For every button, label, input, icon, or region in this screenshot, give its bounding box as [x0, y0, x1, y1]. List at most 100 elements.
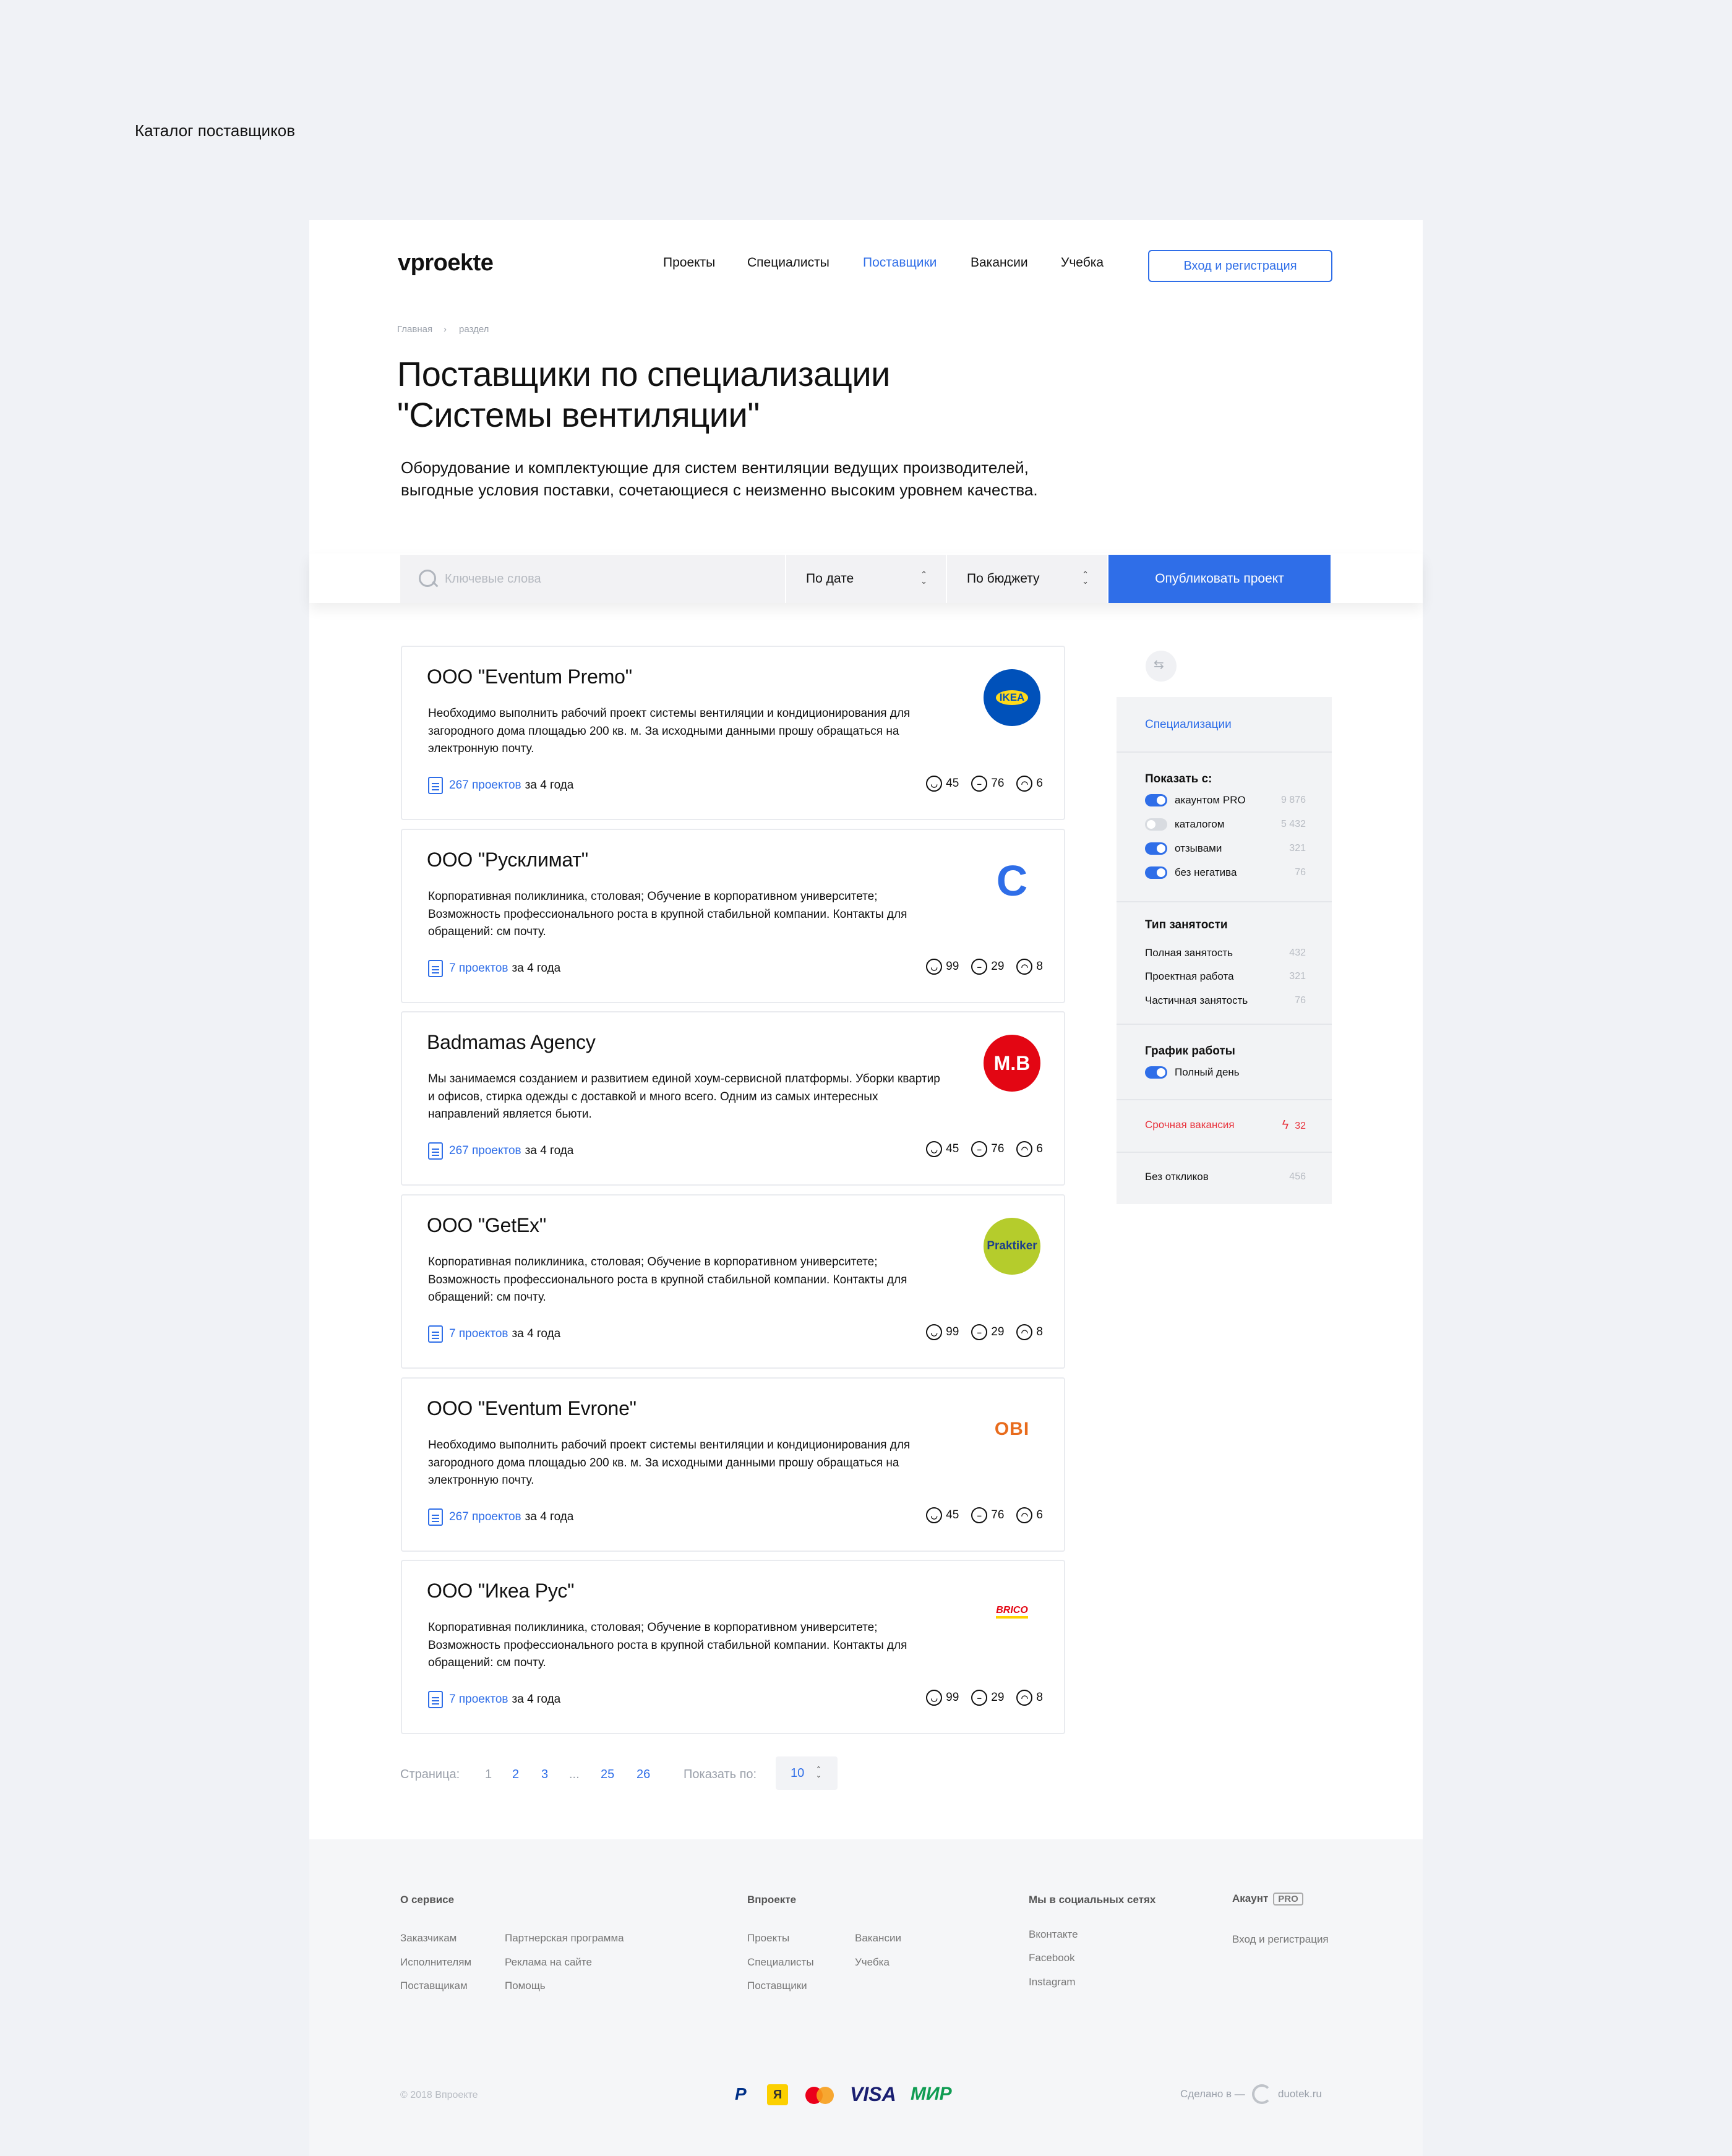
page-link[interactable]: 3 [541, 1768, 548, 1782]
supplier-card[interactable]: ООО "Русклимат" Корпоративная поликлиника… [401, 829, 1065, 1003]
page-link[interactable]: 2 [512, 1768, 519, 1782]
page-link[interactable]: 25 [601, 1768, 614, 1782]
supplier-card[interactable]: Badmamas Agency Мы занимаемся созданием и… [401, 1011, 1065, 1186]
supplier-card[interactable]: ООО "GetEx" Корпоративная поликлиника, ст… [401, 1194, 1065, 1369]
nav-projects[interactable]: Проекты [663, 255, 715, 270]
projects-link[interactable]: 7 проектов [449, 962, 508, 975]
mir-icon: МИР [911, 2084, 952, 2104]
neutral-reviews: –29 [971, 959, 1004, 975]
filter-no-negative[interactable]: без негатива 76 [1145, 866, 1306, 879]
footer-link[interactable]: Поставщики [747, 1980, 807, 1992]
footer-link[interactable]: Заказчикам [400, 1932, 457, 1944]
supplier-title[interactable]: ООО "Русклимат" [427, 849, 588, 871]
filter-catalog[interactable]: каталогом 5 432 [1145, 818, 1306, 831]
employment-project[interactable]: Проектная работа 321 [1145, 970, 1306, 983]
toggle-switch[interactable] [1145, 842, 1167, 855]
footer-link[interactable]: Специалисты [747, 1956, 814, 1969]
toggle-switch[interactable] [1145, 866, 1167, 879]
site-logo[interactable]: vproekte [398, 250, 494, 276]
nav-vacancies[interactable]: Вакансии [971, 255, 1028, 270]
supplier-title[interactable]: ООО "Eventum Evrone" [427, 1397, 637, 1420]
projects-link[interactable]: 267 проектов [449, 1510, 521, 1524]
footer-link[interactable]: Поставщикам [400, 1980, 468, 1992]
login-button[interactable]: Вход и регистрация [1148, 250, 1332, 282]
sort-date-select[interactable]: По дате ⌃ ⌄ [786, 555, 946, 603]
social-link-vk[interactable]: Вконтакте [1029, 1928, 1078, 1941]
review-count: 45 [946, 777, 959, 790]
breadcrumb-home[interactable]: Главная [397, 324, 432, 335]
projects-link[interactable]: 267 проектов [449, 1144, 521, 1158]
employment-part[interactable]: Частичная занятость 76 [1145, 995, 1306, 1007]
filter-reviews[interactable]: отзывами 321 [1145, 842, 1306, 855]
supplier-title[interactable]: ООО "Икеа Рус" [427, 1580, 575, 1602]
document-icon [428, 1325, 443, 1343]
projects-period: за 4 года [525, 1510, 574, 1523]
filter-toggle-icon[interactable] [1146, 651, 1177, 682]
footer-link[interactable]: Учебка [855, 1956, 890, 1969]
review-count: 8 [1036, 1325, 1043, 1338]
footer-login-link[interactable]: Вход и регистрация [1232, 1933, 1329, 1946]
toggle-switch[interactable] [1145, 818, 1167, 831]
projects-link[interactable]: 7 проектов [449, 1327, 508, 1341]
studio-link[interactable]: duotek.ru [1278, 2088, 1322, 2100]
page-title-line2: "Системы вентиляции" [397, 395, 760, 434]
supplier-projects: 267 проектов за 4 года [428, 1142, 573, 1160]
negative-reviews: ◠ 8 [1016, 1690, 1043, 1706]
employment-full[interactable]: Полная занятость 432 [1145, 947, 1306, 959]
supplier-title[interactable]: ООО "GetEx" [427, 1214, 546, 1237]
supplier-card[interactable]: ООО "Eventum Evrone" Необходимо выполнить… [401, 1377, 1065, 1552]
supplier-card[interactable]: ООО "Eventum Premo" Необходимо выполнить … [401, 646, 1065, 820]
nav-specialists[interactable]: Специалисты [747, 255, 830, 270]
filter-sidebar: Специализации Показать с: акаунтом PRO 9 … [1117, 697, 1332, 1204]
positive-reviews: ◡ 45 [926, 1507, 959, 1523]
supplier-title[interactable]: ООО "Eventum Premo" [427, 665, 632, 688]
footer-link[interactable]: Партнерская программа [505, 1932, 624, 1944]
filter-label: Частичная занятость [1145, 995, 1248, 1006]
social-link-facebook[interactable]: Facebook [1029, 1952, 1075, 1964]
review-count: 99 [946, 1325, 959, 1338]
smile-icon: ◡ [926, 959, 943, 975]
breadcrumb-section[interactable]: раздел [459, 324, 489, 335]
toggle-switch[interactable] [1145, 1066, 1167, 1079]
page-link[interactable]: 1 [485, 1768, 492, 1782]
projects-period: за 4 года [512, 1327, 561, 1340]
document-icon [428, 1508, 443, 1526]
smile-icon: ◡ [926, 1690, 943, 1706]
projects-link[interactable]: 7 проектов [449, 1693, 508, 1706]
sad-face-icon: ◠ [1016, 1507, 1033, 1523]
footer-link[interactable]: Проекты [747, 1932, 789, 1944]
no-replies-filter[interactable]: Без откликов 456 [1145, 1171, 1306, 1183]
sort-date-label: По дате [806, 571, 854, 586]
nav-suppliers[interactable]: Поставщики [863, 255, 937, 270]
review-count: 6 [1036, 777, 1043, 790]
filter-label: Проектная работа [1145, 970, 1234, 982]
footer-link[interactable]: Помощь [505, 1980, 546, 1992]
schedule-full-day[interactable]: Полный день [1145, 1066, 1306, 1079]
social-link-instagram[interactable]: Instagram [1029, 1976, 1076, 1988]
supplier-card[interactable]: ООО "Икеа Рус" Корпоративная поликлиника,… [401, 1560, 1065, 1734]
page-link[interactable]: 26 [637, 1768, 650, 1782]
footer-link[interactable]: Реклама на сайте [505, 1956, 592, 1969]
search-input[interactable] [445, 571, 754, 586]
sad-face-icon: ◠ [1016, 1141, 1033, 1157]
lightning-icon: ϟ [1282, 1118, 1289, 1132]
urgent-filter[interactable]: Срочная вакансия ϟ 32 [1145, 1118, 1306, 1132]
show-with-title: Показать с: [1145, 772, 1212, 785]
supplier-title[interactable]: Badmamas Agency [427, 1031, 596, 1054]
filter-pro[interactable]: акаунтом PRO 9 876 [1145, 794, 1306, 806]
filter-count: 432 [1289, 948, 1306, 958]
footer-link[interactable]: Исполнителям [400, 1956, 471, 1969]
neutral-reviews: –76 [971, 1507, 1004, 1523]
publish-project-button[interactable]: Опубликовать проект [1108, 555, 1331, 603]
per-page-select[interactable]: 10 ⌃ ⌄ [776, 1756, 838, 1790]
supplier-description: Необходимо выполнить рабочий проект сист… [428, 1439, 911, 1487]
specializations-link[interactable]: Специализации [1145, 718, 1232, 732]
footer-link[interactable]: Вакансии [855, 1932, 901, 1944]
search-box[interactable] [400, 555, 785, 603]
supplier-projects: 267 проектов за 4 года [428, 777, 573, 794]
nav-training[interactable]: Учебка [1061, 255, 1104, 270]
projects-link[interactable]: 267 проектов [449, 779, 521, 792]
search-icon [418, 568, 439, 589]
toggle-switch[interactable] [1145, 794, 1167, 806]
sort-budget-select[interactable]: По бюджету ⌃ ⌄ [947, 555, 1107, 603]
